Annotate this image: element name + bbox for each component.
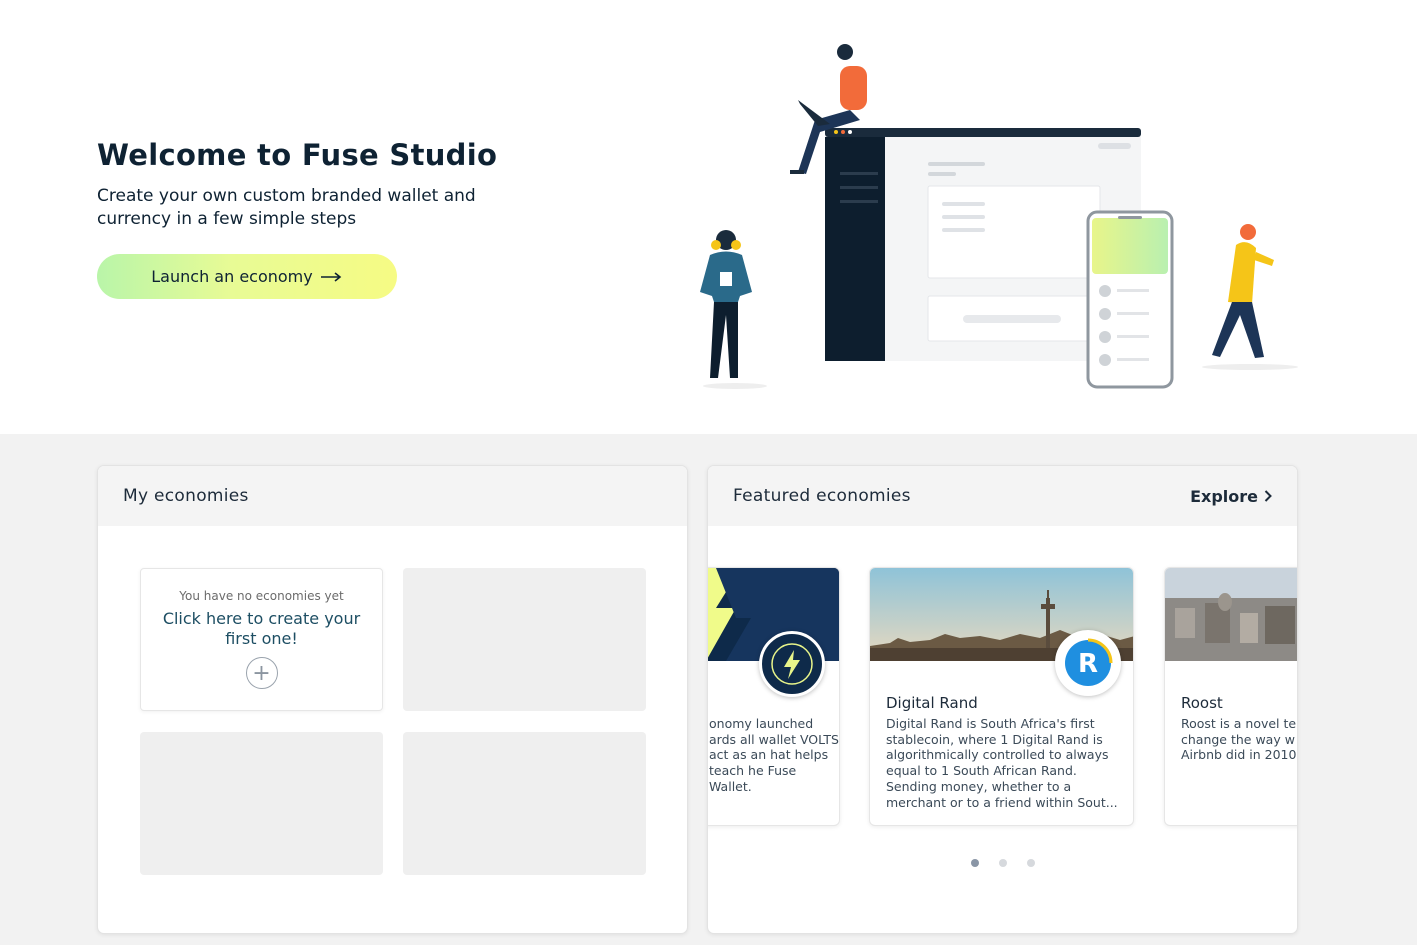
lightning-bolt-icon bbox=[759, 631, 825, 697]
featured-economies-card: Featured economies Explore onomy launche… bbox=[707, 465, 1298, 934]
featured-economy-card[interactable]: onomy launched ards all wallet VOLTS act… bbox=[708, 567, 840, 826]
r-letter-icon: R bbox=[1055, 630, 1121, 696]
featured-economies-title: Featured economies bbox=[733, 486, 911, 506]
page-title: Welcome to Fuse Studio bbox=[97, 138, 498, 172]
launch-economy-label: Launch an economy bbox=[151, 267, 313, 286]
phone-illustration bbox=[1086, 210, 1174, 389]
person-headphones-illustration bbox=[700, 230, 767, 389]
featured-economy-card[interactable]: Roost Roost is a novel te in Liverpool, … bbox=[1164, 567, 1297, 826]
person-walking-illustration bbox=[1202, 224, 1298, 370]
carousel-dot[interactable] bbox=[998, 859, 1007, 867]
hero-illustration bbox=[700, 44, 1298, 389]
arrow-right-icon bbox=[320, 271, 342, 282]
explore-label: Explore bbox=[1190, 486, 1258, 506]
create-economy-link[interactable]: Click here to create your first one! bbox=[152, 609, 372, 649]
economy-description: Digital Rand is South Africa's first sta… bbox=[886, 716, 1118, 810]
my-economies-header: My economies bbox=[98, 466, 687, 526]
carousel-dot[interactable] bbox=[970, 859, 979, 867]
economy-cover-image bbox=[1165, 568, 1297, 661]
launch-economy-button[interactable]: Launch an economy bbox=[97, 254, 397, 299]
my-economies-title: My economies bbox=[123, 486, 249, 506]
economy-name: Digital Rand bbox=[886, 694, 978, 712]
chevron-right-icon bbox=[1264, 490, 1272, 502]
economy-placeholder-tile bbox=[403, 568, 646, 711]
economy-description: onomy launched ards all wallet VOLTS act… bbox=[709, 716, 839, 794]
create-economy-tile[interactable]: You have no economies yet Click here to … bbox=[140, 568, 383, 711]
explore-link[interactable]: Explore bbox=[1190, 487, 1272, 506]
featured-economy-card[interactable]: R Digital Rand Digital Rand is South Afr… bbox=[869, 567, 1134, 826]
economy-placeholder-tile bbox=[403, 732, 646, 875]
hero-section: Welcome to Fuse Studio Create your own c… bbox=[0, 0, 1417, 434]
hero-subtitle: Create your own custom branded wallet an… bbox=[97, 186, 476, 229]
my-economies-card: My economies You have no economies yet C… bbox=[97, 465, 688, 934]
plus-icon[interactable]: + bbox=[245, 657, 278, 689]
carousel-dot[interactable] bbox=[1026, 859, 1035, 867]
economy-name: Roost bbox=[1181, 694, 1223, 712]
no-economies-text: You have no economies yet bbox=[179, 589, 344, 603]
economy-description: Roost is a novel te in Liverpool, Engla … bbox=[1181, 716, 1297, 763]
featured-economies-header: Featured economies Explore bbox=[708, 466, 1297, 526]
svg-text:R: R bbox=[1078, 649, 1098, 679]
carousel-pagination bbox=[708, 859, 1297, 867]
economy-placeholder-tile bbox=[140, 732, 383, 875]
